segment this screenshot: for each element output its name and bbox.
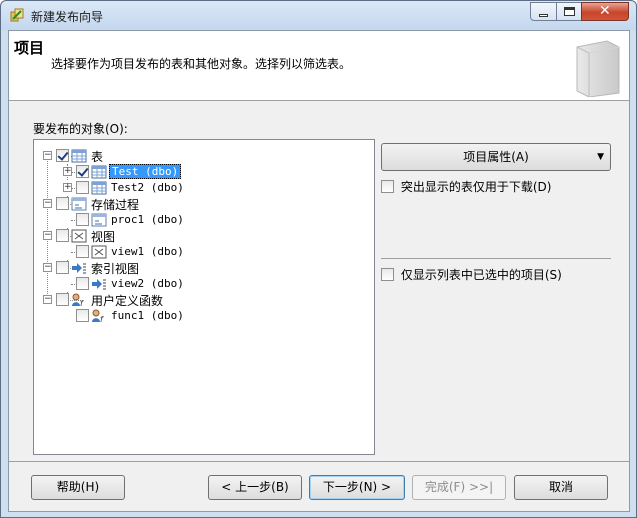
- page-title: 项目: [14, 39, 45, 57]
- tree-group-checkbox[interactable]: [56, 197, 69, 210]
- wizard-client-area: 项目 选择要作为项目发布的表和其他对象。选择列以筛选表。 要发布的对象(O):: [8, 30, 630, 512]
- tree-group-checkbox[interactable]: [56, 293, 69, 306]
- tree-item-label[interactable]: view1 (dbo): [111, 245, 184, 258]
- cancel-button[interactable]: 取消: [514, 475, 608, 500]
- function-icon: f: [72, 293, 84, 307]
- tree-item-label[interactable]: Test2 (dbo): [111, 181, 184, 194]
- svg-text:f: f: [80, 299, 84, 307]
- stored-procedure-icon: [71, 197, 87, 211]
- dropdown-arrow-icon: ▼: [597, 152, 604, 162]
- tree-item-checkbox[interactable]: [76, 277, 89, 290]
- tree-connector: [47, 154, 48, 300]
- indexed-view-icon: [92, 279, 106, 290]
- page-description: 选择要作为项目发布的表和其他对象。选择列以筛选表。: [51, 57, 352, 71]
- table-icon: [71, 149, 87, 163]
- back-button[interactable]: < 上一步(B): [208, 475, 302, 500]
- article-properties-button[interactable]: 项目属性(A) ▼: [381, 143, 611, 171]
- title-bar[interactable]: 新建发布向导 ✕: [1, 1, 636, 30]
- tree-collapse-toggle[interactable]: −: [43, 263, 52, 272]
- tree-item-checkbox[interactable]: [76, 213, 89, 226]
- view-icon: [91, 245, 107, 259]
- tree-expand-toggle[interactable]: +: [63, 183, 72, 192]
- tree-group-label[interactable]: 存储过程: [91, 196, 139, 213]
- next-button[interactable]: 下一步(N) >: [309, 475, 405, 500]
- objects-tree[interactable]: − 表 + Test (dbo) + Test2 (dbo) − 存储过程 pr…: [33, 139, 375, 455]
- tree-collapse-toggle[interactable]: −: [43, 295, 52, 304]
- highlight-download-only-checkbox[interactable]: [381, 180, 394, 193]
- tree-group-label[interactable]: 索引视图: [91, 260, 139, 277]
- table-icon: [91, 181, 107, 195]
- article-properties-label: 项目属性(A): [463, 150, 529, 164]
- tree-collapse-toggle[interactable]: −: [43, 231, 52, 240]
- tree-item-label[interactable]: func1 (dbo): [111, 309, 184, 322]
- tree-item-label[interactable]: Test (dbo): [109, 164, 182, 179]
- app-icon: [10, 8, 24, 22]
- svg-text:f: f: [100, 315, 104, 323]
- tree-item-checkbox[interactable]: [76, 309, 89, 322]
- wizard-window: 新建发布向导 ✕ 项目 选择要作为项目发布的表和其他对象。选择列以筛选表。 要发…: [0, 0, 637, 518]
- maximize-button[interactable]: [556, 2, 582, 21]
- stored-procedure-icon: [91, 213, 107, 227]
- function-icon: f: [92, 309, 104, 323]
- tree-group-label[interactable]: 表: [91, 148, 103, 165]
- indexed-view-icon: [72, 263, 86, 274]
- window-title: 新建发布向导: [31, 10, 104, 24]
- tree-group-label[interactable]: 视图: [91, 228, 115, 245]
- objects-label: 要发布的对象(O):: [33, 122, 128, 136]
- tree-group-label[interactable]: 用户定义函数: [91, 292, 163, 309]
- highlight-download-only-option[interactable]: 突出显示的表仅用于下载(D): [381, 178, 551, 195]
- highlight-download-only-label: 突出显示的表仅用于下载(D): [400, 180, 552, 194]
- tree-item-label[interactable]: proc1 (dbo): [111, 213, 184, 226]
- tree-expand-toggle[interactable]: +: [63, 167, 72, 176]
- minimize-button[interactable]: [530, 2, 557, 21]
- table-icon: [91, 165, 107, 179]
- tree-item-label[interactable]: view2 (dbo): [111, 277, 184, 290]
- footer-divider: [9, 461, 629, 462]
- wizard-graphic-icon: [576, 40, 620, 97]
- tree-group-checkbox[interactable]: [56, 261, 69, 274]
- tree-group-checkbox[interactable]: [56, 149, 69, 162]
- close-button[interactable]: ✕: [581, 2, 629, 21]
- tree-collapse-toggle[interactable]: −: [43, 199, 52, 208]
- tree-item-checkbox[interactable]: [76, 165, 89, 178]
- tree-group-checkbox[interactable]: [56, 229, 69, 242]
- finish-button[interactable]: 完成(F) >>|: [412, 475, 506, 500]
- divider: [381, 258, 611, 259]
- minimize-icon: [539, 14, 548, 17]
- wizard-header: 项目 选择要作为项目发布的表和其他对象。选择列以筛选表。: [9, 31, 629, 101]
- show-only-selected-label: 仅显示列表中已选中的项目(S): [400, 268, 562, 282]
- show-only-selected-option[interactable]: 仅显示列表中已选中的项目(S): [381, 266, 562, 283]
- maximize-icon: [564, 7, 575, 16]
- tree-collapse-toggle[interactable]: −: [43, 151, 52, 160]
- help-button[interactable]: 帮助(H): [31, 475, 125, 500]
- show-only-selected-checkbox[interactable]: [381, 268, 394, 281]
- tree-item-checkbox[interactable]: [76, 181, 89, 194]
- close-icon: ✕: [599, 3, 611, 19]
- tree-item-checkbox[interactable]: [76, 245, 89, 258]
- view-icon: [71, 229, 87, 243]
